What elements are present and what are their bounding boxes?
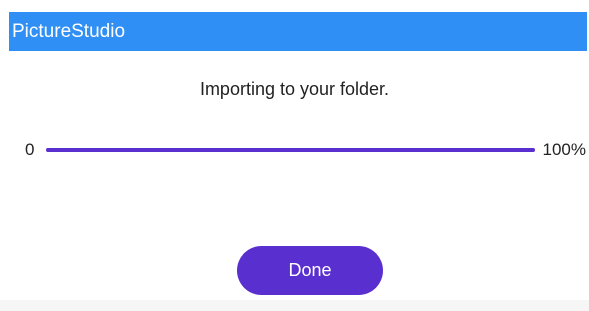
app-title: PictureStudio [12, 20, 126, 42]
progress-end-label: 100% [542, 140, 586, 159]
progress-start-label: 0 [25, 140, 35, 159]
bottom-strip [0, 300, 589, 311]
title-bar: PictureStudio [9, 12, 587, 51]
import-dialog-window: PictureStudio Importing to your folder. … [0, 0, 589, 311]
progress-fill [46, 148, 535, 152]
progress-row: 0 100% [0, 138, 589, 162]
progress-track [46, 148, 535, 152]
done-button[interactable]: Done [237, 246, 383, 295]
status-message: Importing to your folder. [199, 79, 390, 99]
